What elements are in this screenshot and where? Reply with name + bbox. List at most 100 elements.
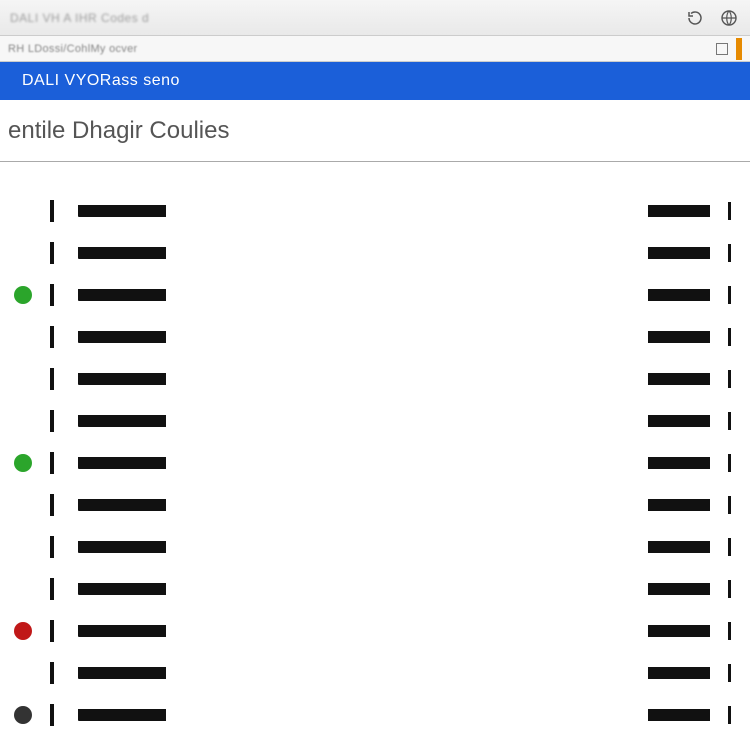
row-tick-icon: [50, 284, 60, 306]
list-row-right[interactable]: [646, 652, 736, 694]
list-row[interactable]: [14, 274, 174, 316]
list-row-right[interactable]: [646, 358, 736, 400]
row-bar: [78, 709, 166, 721]
row-bar: [78, 457, 166, 469]
orange-indicator: [736, 38, 742, 60]
row-tick-icon: [728, 328, 736, 346]
row-tick-icon: [728, 706, 736, 724]
list-row[interactable]: [14, 568, 174, 610]
row-bar: [78, 247, 166, 259]
list-row-right[interactable]: [646, 484, 736, 526]
app-title: DALI VYORass seno: [22, 72, 180, 90]
row-bar: [648, 541, 710, 553]
content-area: [0, 162, 750, 750]
browser-toolbar: DALI VH A IHR Codes d: [0, 0, 750, 36]
row-tick-icon: [728, 286, 736, 304]
list-row[interactable]: [14, 358, 174, 400]
list-row-right[interactable]: [646, 274, 736, 316]
list-row-right[interactable]: [646, 442, 736, 484]
row-bar: [648, 331, 710, 343]
row-bar: [648, 625, 710, 637]
list-row-right[interactable]: [646, 400, 736, 442]
row-bar: [78, 541, 166, 553]
status-dot-green: [14, 286, 32, 304]
row-bar: [78, 289, 166, 301]
status-dot-red: [14, 622, 32, 640]
list-row-right[interactable]: [646, 232, 736, 274]
row-tick-icon: [50, 620, 60, 642]
row-bar: [648, 205, 710, 217]
row-tick-icon: [50, 578, 60, 600]
row-bar: [648, 709, 710, 721]
list-row-right[interactable]: [646, 526, 736, 568]
row-tick-icon: [728, 664, 736, 682]
bookmark-icon[interactable]: [716, 43, 728, 55]
list-row[interactable]: [14, 526, 174, 568]
status-dot-empty: [14, 496, 32, 514]
list-row[interactable]: [14, 400, 174, 442]
page-heading-row: entile Dhagir Coulies: [0, 100, 750, 162]
list-row[interactable]: [14, 610, 174, 652]
list-row-right[interactable]: [646, 316, 736, 358]
status-dot-green: [14, 454, 32, 472]
row-bar: [648, 289, 710, 301]
page-heading: entile Dhagir Coulies: [8, 117, 229, 145]
row-tick-icon: [728, 370, 736, 388]
row-bar: [78, 415, 166, 427]
list-row[interactable]: [14, 442, 174, 484]
row-tick-icon: [50, 536, 60, 558]
list-row[interactable]: [14, 484, 174, 526]
row-tick-icon: [50, 494, 60, 516]
status-dot-empty: [14, 244, 32, 262]
status-dot-empty: [14, 370, 32, 388]
row-bar: [78, 373, 166, 385]
row-bar: [78, 331, 166, 343]
row-tick-icon: [728, 202, 736, 220]
row-tick-icon: [50, 200, 60, 222]
list-row[interactable]: [14, 316, 174, 358]
list-row[interactable]: [14, 694, 174, 736]
status-dot-empty: [14, 538, 32, 556]
address-path[interactable]: RH LDossi/CohlMy ocver: [8, 43, 708, 55]
status-dot-empty: [14, 412, 32, 430]
row-tick-icon: [728, 454, 736, 472]
row-bar: [78, 583, 166, 595]
row-tick-icon: [728, 496, 736, 514]
row-bar: [648, 373, 710, 385]
list-row-right[interactable]: [646, 694, 736, 736]
row-bar: [78, 205, 166, 217]
status-dot-empty: [14, 664, 32, 682]
row-tick-icon: [728, 580, 736, 598]
list-row-right[interactable]: [646, 568, 736, 610]
row-tick-icon: [50, 242, 60, 264]
row-tick-icon: [50, 368, 60, 390]
row-tick-icon: [50, 662, 60, 684]
row-bar: [648, 415, 710, 427]
address-bar: RH LDossi/CohlMy ocver: [0, 36, 750, 62]
row-bar: [648, 499, 710, 511]
row-tick-icon: [728, 622, 736, 640]
list-row-right[interactable]: [646, 190, 736, 232]
list-row[interactable]: [14, 652, 174, 694]
row-bar: [648, 457, 710, 469]
row-tick-icon: [728, 244, 736, 262]
globe-icon[interactable]: [718, 7, 740, 29]
app-header-bar: DALI VYORass seno: [0, 62, 750, 100]
row-bar: [648, 667, 710, 679]
left-column: [14, 190, 174, 736]
refresh-icon[interactable]: [684, 7, 706, 29]
toolbar-text: DALI VH A IHR Codes d: [10, 11, 149, 25]
row-tick-icon: [50, 452, 60, 474]
row-bar: [78, 499, 166, 511]
row-tick-icon: [50, 326, 60, 348]
list-row-right[interactable]: [646, 610, 736, 652]
list-row[interactable]: [14, 190, 174, 232]
row-bar: [648, 583, 710, 595]
status-dot-gray: [14, 706, 32, 724]
list-row[interactable]: [14, 232, 174, 274]
row-tick-icon: [728, 412, 736, 430]
row-bar: [78, 625, 166, 637]
row-tick-icon: [728, 538, 736, 556]
status-dot-empty: [14, 202, 32, 220]
right-column: [646, 190, 736, 736]
